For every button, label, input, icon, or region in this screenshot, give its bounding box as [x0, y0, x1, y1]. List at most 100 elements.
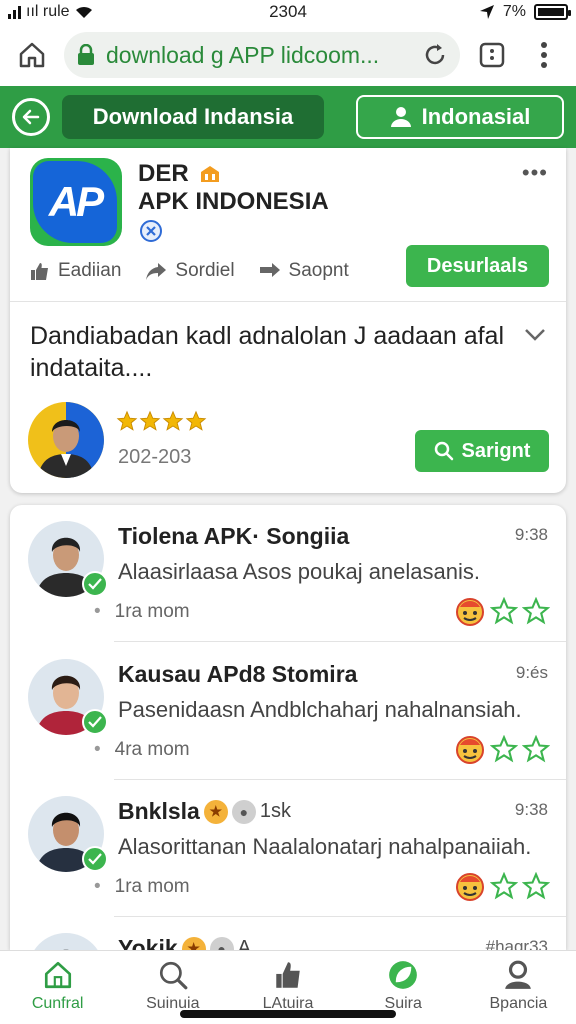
share-action[interactable]: Sordiel	[145, 260, 235, 282]
url-text: download g APP lidcoom...	[106, 41, 380, 68]
back-button[interactable]	[12, 98, 50, 136]
forward-icon	[259, 263, 280, 277]
more-vert-icon	[541, 42, 547, 68]
menu-button[interactable]	[524, 35, 564, 75]
card-more-button[interactable]: •••	[522, 160, 548, 186]
feed-post[interactable]: Tiolena APK· Songiia 9:38 Alaasirlaasa Aso…	[10, 505, 566, 642]
app-name-line1: DER	[138, 160, 221, 188]
carrier-label: ııl rule	[26, 3, 70, 20]
home-button[interactable]	[12, 35, 52, 75]
battery-percent: 7%	[502, 3, 526, 20]
tabs-icon	[479, 42, 505, 68]
post-reactions	[454, 733, 550, 765]
post-body: Alaasirlaasa Asos poukaj anelasanis.	[118, 559, 481, 584]
chevron-down-icon[interactable]	[524, 328, 546, 342]
mini-avatar-icon: ●	[231, 799, 256, 824]
post-divider	[114, 641, 566, 642]
verified-badge-icon	[82, 571, 108, 597]
support-action[interactable]: Saopnt	[259, 260, 349, 282]
feed-post[interactable]: Kausau APd8 Stomira 9:és Pasenidaasn Andbl…	[10, 643, 566, 780]
search-button[interactable]: Sarignt	[415, 430, 549, 472]
rating-text: 202-203	[118, 446, 192, 468]
leaf-icon	[389, 961, 418, 989]
post-extra-count: 1sk	[259, 800, 291, 822]
post-title: Yokik ★ ● A	[118, 935, 251, 950]
emoji-face-icon[interactable]	[454, 595, 486, 627]
nav-item-4[interactable]: Bpancia	[461, 951, 576, 1024]
emoji-face-icon[interactable]	[454, 870, 486, 902]
address-bar[interactable]: download g APP lidcoom...	[64, 32, 460, 78]
reload-icon[interactable]	[422, 42, 448, 68]
tab-download[interactable]: Download Indansia	[62, 95, 324, 139]
thumb-icon	[276, 962, 300, 988]
star-outline-icon[interactable]	[490, 597, 518, 625]
search-icon	[159, 961, 188, 990]
app-name-line2: APK INDONESIA	[138, 188, 329, 215]
comment-feed: Tiolena APK· Songiia 9:38 Alaasirlaasa Aso…	[10, 505, 566, 950]
status-bar: ııl rule 2304 7%	[0, 0, 576, 24]
post-meta: • 1ra mom	[94, 601, 190, 622]
post-reactions	[454, 595, 550, 627]
arrow-left-icon	[22, 109, 40, 125]
post-title: Bnklsla ★ ● 1sk	[118, 798, 291, 824]
post-time: 9:38	[514, 800, 548, 819]
download-button[interactable]: Desurlaals	[406, 245, 549, 287]
search-icon	[434, 441, 453, 461]
tab-indonesia-label: Indonasial	[421, 104, 531, 129]
browser-toolbar: download g APP lidcoom...	[0, 24, 576, 86]
post-time: 9:38	[514, 525, 548, 544]
tabs-button[interactable]	[472, 35, 512, 75]
home-indicator	[180, 1010, 396, 1018]
verified-badge-icon	[82, 709, 108, 735]
post-time: 9:és	[515, 663, 548, 682]
emoji-icon: ★	[203, 799, 228, 824]
post-extra-count: A	[237, 937, 251, 950]
star-icon	[116, 410, 138, 431]
post-body: Pasenidaasn Andblchaharj nahalnansiah.	[118, 697, 522, 722]
app-description: Dandiabadan kadl adnalolan J aadaan afal…	[30, 322, 504, 382]
star-outline-icon[interactable]	[522, 735, 550, 763]
signal-icon	[8, 6, 21, 19]
verified-badge-icon	[82, 846, 108, 872]
location-icon	[479, 5, 494, 19]
like-action[interactable]: Eadiian	[30, 260, 121, 282]
battery-icon	[534, 4, 571, 20]
app-card: AP DER APK INDONESIA ••• Eadiian Sordiel…	[10, 148, 566, 493]
star-outline-icon[interactable]	[522, 597, 550, 625]
home-icon	[44, 961, 71, 989]
feed-post[interactable]: Bnklsla ★ ● 1sk 9:38 Alasorittanan Naalalonat…	[10, 780, 566, 917]
emoji-face-icon[interactable]	[454, 733, 486, 765]
feed-post[interactable]: Yokik ★ ● A #hagr33	[10, 917, 566, 950]
developer-avatar[interactable]	[28, 402, 104, 478]
star-outline-icon[interactable]	[522, 872, 550, 900]
tab-indonesia[interactable]: Indonasial	[356, 95, 564, 139]
star-icon	[139, 410, 161, 431]
post-reactions	[454, 870, 550, 902]
app-logo[interactable]: AP	[30, 158, 122, 246]
post-meta: • 4ra mom	[94, 739, 190, 760]
card-divider	[10, 301, 566, 302]
nav-label: Cunfral	[31, 995, 84, 1012]
post-body: Alasorittanan Naalalonatarj nahalpanaiia…	[118, 834, 532, 859]
commenter-avatar[interactable]	[28, 933, 104, 950]
verified-icon	[140, 220, 162, 242]
star-icon	[162, 410, 184, 431]
thumbs-up-icon	[31, 263, 48, 280]
star-outline-icon[interactable]	[490, 872, 518, 900]
share-icon	[146, 263, 167, 280]
nav-label: Bpancia	[489, 995, 548, 1012]
app-header: Download Indansia Indonasial	[0, 86, 576, 148]
rating-stars	[116, 410, 207, 432]
card-actions: Eadiian Sordiel Saopnt	[30, 260, 349, 282]
star-outline-icon[interactable]	[490, 735, 518, 763]
store-icon	[200, 166, 219, 182]
user-icon	[390, 107, 411, 127]
nav-item-0[interactable]: Cunfral	[0, 951, 115, 1024]
emoji-icon: ★	[181, 936, 206, 950]
post-title: Tiolena APK· Songiia	[118, 523, 350, 549]
profile-icon	[505, 960, 532, 989]
mini-avatar-icon: ●	[209, 936, 234, 950]
star-icon	[185, 410, 207, 431]
wifi-icon	[75, 6, 92, 19]
post-time: #hagr33	[485, 937, 548, 950]
